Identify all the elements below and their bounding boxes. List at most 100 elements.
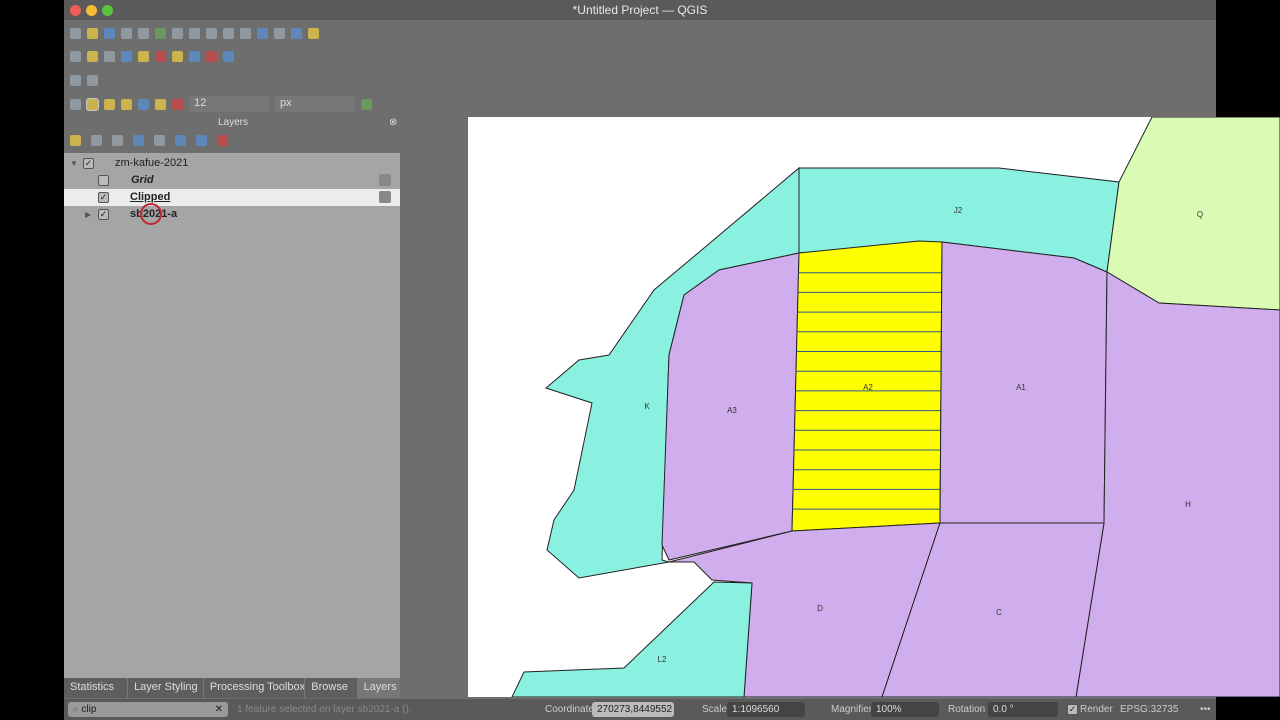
render-checkbox[interactable]: ✓ — [1067, 704, 1078, 715]
label-L2: L2 — [658, 655, 667, 664]
tips-icon[interactable] — [308, 27, 319, 39]
layer-checkbox[interactable]: ✓ — [83, 158, 94, 169]
map-svg[interactable]: J2 Q K A3 A2 A1 H D C L2 — [468, 117, 1280, 697]
click-indicator — [140, 203, 162, 225]
window-title: *Untitled Project — QGIS — [572, 3, 708, 17]
polygon-H[interactable] — [1075, 271, 1280, 697]
label-D: D — [817, 604, 823, 613]
layer-clipped[interactable]: ✓ Clipped — [64, 189, 400, 206]
filter-expression-icon[interactable] — [154, 135, 165, 146]
expand-arrow-icon[interactable]: ▶ — [85, 206, 91, 223]
close-panel-icon[interactable]: ⊗ — [389, 117, 397, 128]
toolbar-row-1 — [64, 22, 1216, 44]
label-J2: J2 — [954, 206, 963, 215]
layer-checkbox[interactable] — [98, 175, 109, 186]
label-tool-icon[interactable] — [155, 50, 166, 62]
visibility-icon[interactable] — [112, 135, 123, 146]
layer-checkbox[interactable]: ✓ — [98, 192, 109, 203]
edit-icon[interactable] — [138, 50, 149, 62]
filter-icon[interactable] — [133, 135, 144, 146]
layer-indicator-icon[interactable] — [379, 191, 391, 203]
layer-grid[interactable]: Grid — [64, 172, 400, 189]
close-window-button[interactable] — [70, 5, 81, 16]
add-vector-icon[interactable] — [87, 50, 98, 62]
refresh-icon[interactable] — [240, 27, 251, 39]
expand-all-icon[interactable] — [175, 135, 186, 146]
locator-icon[interactable] — [361, 98, 372, 110]
zoom-window-button[interactable] — [102, 5, 113, 16]
plugin-2-icon[interactable] — [206, 50, 217, 62]
tab-layers[interactable]: Layers — [357, 678, 401, 698]
magnifier-field[interactable]: 100% — [871, 702, 939, 717]
zoom-out-icon[interactable] — [189, 27, 200, 39]
zoom-layer-icon[interactable] — [223, 27, 234, 39]
pan-icon[interactable] — [138, 27, 149, 39]
add-group-icon[interactable] — [91, 135, 102, 146]
label-C: C — [996, 608, 1002, 617]
measure-icon[interactable] — [70, 98, 81, 110]
data-source-icon[interactable] — [70, 50, 81, 62]
select-value-icon[interactable] — [104, 98, 115, 110]
add-raster-icon[interactable] — [104, 50, 115, 62]
zoom-in-icon[interactable] — [172, 27, 183, 39]
open-project-icon[interactable] — [87, 27, 98, 39]
toolbar-row-2 — [64, 45, 1216, 67]
clear-search-icon[interactable]: ✕ — [215, 702, 223, 717]
label-tool-2-icon[interactable] — [172, 50, 183, 62]
tab-statistics[interactable]: Statistics — [64, 678, 129, 698]
rotation-field[interactable]: 0.0 ° — [988, 702, 1058, 717]
deselect-icon[interactable] — [121, 98, 132, 110]
settings-icon[interactable] — [274, 27, 285, 39]
remove-layer-icon[interactable] — [217, 135, 228, 146]
plugin-icon[interactable] — [189, 50, 200, 62]
font-size-field[interactable]: 12 — [189, 96, 269, 112]
help-icon[interactable] — [223, 50, 234, 62]
title-bar: *Untitled Project — QGIS — [64, 0, 1216, 20]
expand-arrow-icon[interactable]: ▼ — [70, 155, 78, 172]
rotation-label: Rotation — [948, 704, 986, 715]
locator-search-input[interactable]: ⌕ clip ✕ — [68, 702, 228, 717]
select-location-icon[interactable] — [138, 98, 149, 110]
label-H: H — [1185, 500, 1191, 509]
toolbar-row-3 — [64, 69, 1216, 91]
polygon-L2[interactable] — [511, 581, 753, 697]
identify-icon[interactable] — [257, 27, 268, 39]
tab-browse[interactable]: Browse — [305, 678, 358, 698]
crs-button[interactable]: EPSG:32735 — [1120, 703, 1178, 716]
map-canvas[interactable]: J2 Q K A3 A2 A1 H D C L2 — [468, 117, 1280, 697]
messages-button[interactable]: ••• — [1200, 703, 1211, 716]
layer-sb2021-a[interactable]: ▶ ✓ sb2021-a — [64, 203, 400, 225]
coordinate-field[interactable]: 270273,8449552 — [592, 702, 674, 717]
polygon-Q[interactable] — [1106, 117, 1280, 311]
select-features-icon[interactable] — [86, 97, 99, 111]
qgis-window: *Untitled Project — QGIS 12 px Layers ⊗ … — [64, 0, 1280, 720]
layer-group-zm-kafue-2021[interactable]: ▼ ✓ zm-kafue-2021 — [64, 155, 400, 172]
style-icon[interactable] — [70, 135, 81, 146]
new-project-icon[interactable] — [70, 27, 81, 39]
vertex-icon[interactable] — [87, 74, 98, 86]
attribute-table-icon[interactable] — [291, 27, 302, 39]
star-icon[interactable] — [155, 98, 166, 110]
unit-select[interactable]: px — [275, 96, 355, 112]
digitize-icon[interactable] — [70, 74, 81, 86]
print-layout-icon[interactable] — [121, 27, 132, 39]
collapse-all-icon[interactable] — [196, 135, 207, 146]
tab-layer-styling[interactable]: Layer Styling — [128, 678, 204, 698]
layer-checkbox[interactable]: ✓ — [98, 209, 109, 220]
layer-name: Grid — [131, 174, 154, 186]
zoom-full-icon[interactable] — [206, 27, 217, 39]
tab-processing-toolbox[interactable]: Processing Toolbox — [204, 678, 306, 698]
toolbar-row-4: 12 px — [64, 93, 1216, 115]
minimize-window-button[interactable] — [86, 5, 97, 16]
label-Q: Q — [1197, 210, 1203, 219]
layers-toolbar — [70, 135, 228, 146]
add-csv-icon[interactable] — [121, 50, 132, 62]
search-icon: ⌕ — [73, 704, 79, 715]
pin-icon[interactable] — [172, 98, 183, 110]
pan-to-selection-icon[interactable] — [155, 27, 166, 39]
scale-select[interactable]: 1:1096560 — [727, 702, 805, 717]
save-project-icon[interactable] — [104, 27, 115, 39]
label-A1: A1 — [1016, 383, 1026, 392]
layer-indicator-icon[interactable] — [379, 174, 391, 186]
status-message: 1 feature selected on layer sb2021-a (). — [237, 704, 412, 715]
